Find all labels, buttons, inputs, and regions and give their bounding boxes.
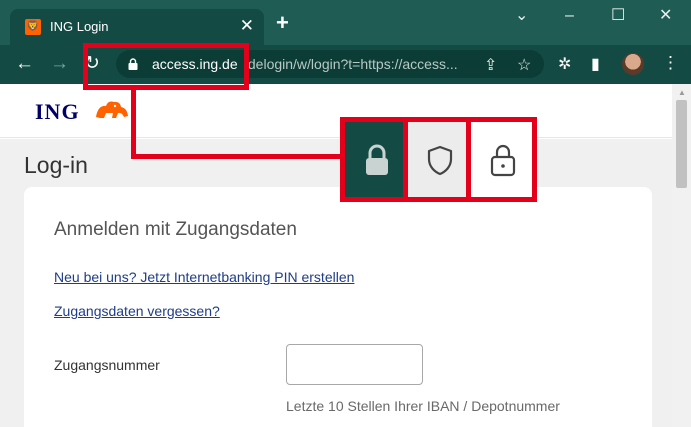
browser-menu-icon[interactable]: ⋮ [662,53,679,73]
access-number-input[interactable] [286,344,423,385]
divider-line-2 [466,117,471,202]
tab-ing-login[interactable]: 🦁 ING Login ✕ [10,9,264,46]
extensions-icon[interactable]: ✲ [558,54,571,74]
page-title: Log-in [24,152,88,178]
access-number-hint: Letzte 10 Stellen Ihrer IBAN / Depotnumm… [286,398,560,414]
side-panel-icon[interactable]: ▮ [591,54,600,74]
create-pin-link[interactable]: Neu bei uns? Jetzt Internetbanking PIN e… [54,269,354,285]
tab-bar: 🦁 ING Login ✕ + ⌄ – ☐ ✕ [0,0,691,46]
tab-close-icon[interactable]: ✕ [240,17,254,35]
page-scrollbar[interactable]: ▲ [672,84,691,427]
access-number-label: Zugangsnummer [54,357,160,373]
divider-line-1 [403,117,408,202]
tab-search-icon[interactable]: ⌄ [515,8,528,24]
ing-lion-icon [96,101,128,118]
web-page: ING Log-in Anmelden mit Zugangsdaten Neu… [0,84,672,427]
new-tab-icon[interactable]: + [276,12,289,34]
connector-line-horizontal [131,154,345,159]
share-icon[interactable]: ⇪ [484,55,497,75]
scroll-up-icon[interactable]: ▲ [678,88,686,97]
scroll-thumb[interactable] [676,100,687,188]
url-highlight-box [83,43,249,90]
ing-favicon-icon: 🦁 [25,19,41,35]
close-window-icon[interactable]: ✕ [659,8,672,24]
bookmark-star-icon[interactable]: ☆ [517,55,531,75]
connector-line-vertical [131,90,136,158]
login-card: Anmelden mit Zugangsdaten Neu bei uns? J… [24,187,652,427]
ing-logo[interactable]: ING [35,99,80,125]
url-path: /delogin/w/login?t=https://access... [244,56,458,72]
lock-icons-highlight-box [340,117,537,202]
site-header: ING [0,84,672,138]
minimize-icon[interactable]: – [565,8,574,24]
profile-avatar[interactable] [622,53,644,75]
back-icon[interactable]: ← [15,54,34,74]
tab-title: ING Login [50,19,109,34]
forgot-credentials-link[interactable]: Zugangsdaten vergessen? [54,303,220,319]
forward-icon[interactable]: → [50,54,69,74]
maximize-icon[interactable]: ☐ [611,8,625,24]
card-title: Anmelden mit Zugangsdaten [54,219,297,240]
